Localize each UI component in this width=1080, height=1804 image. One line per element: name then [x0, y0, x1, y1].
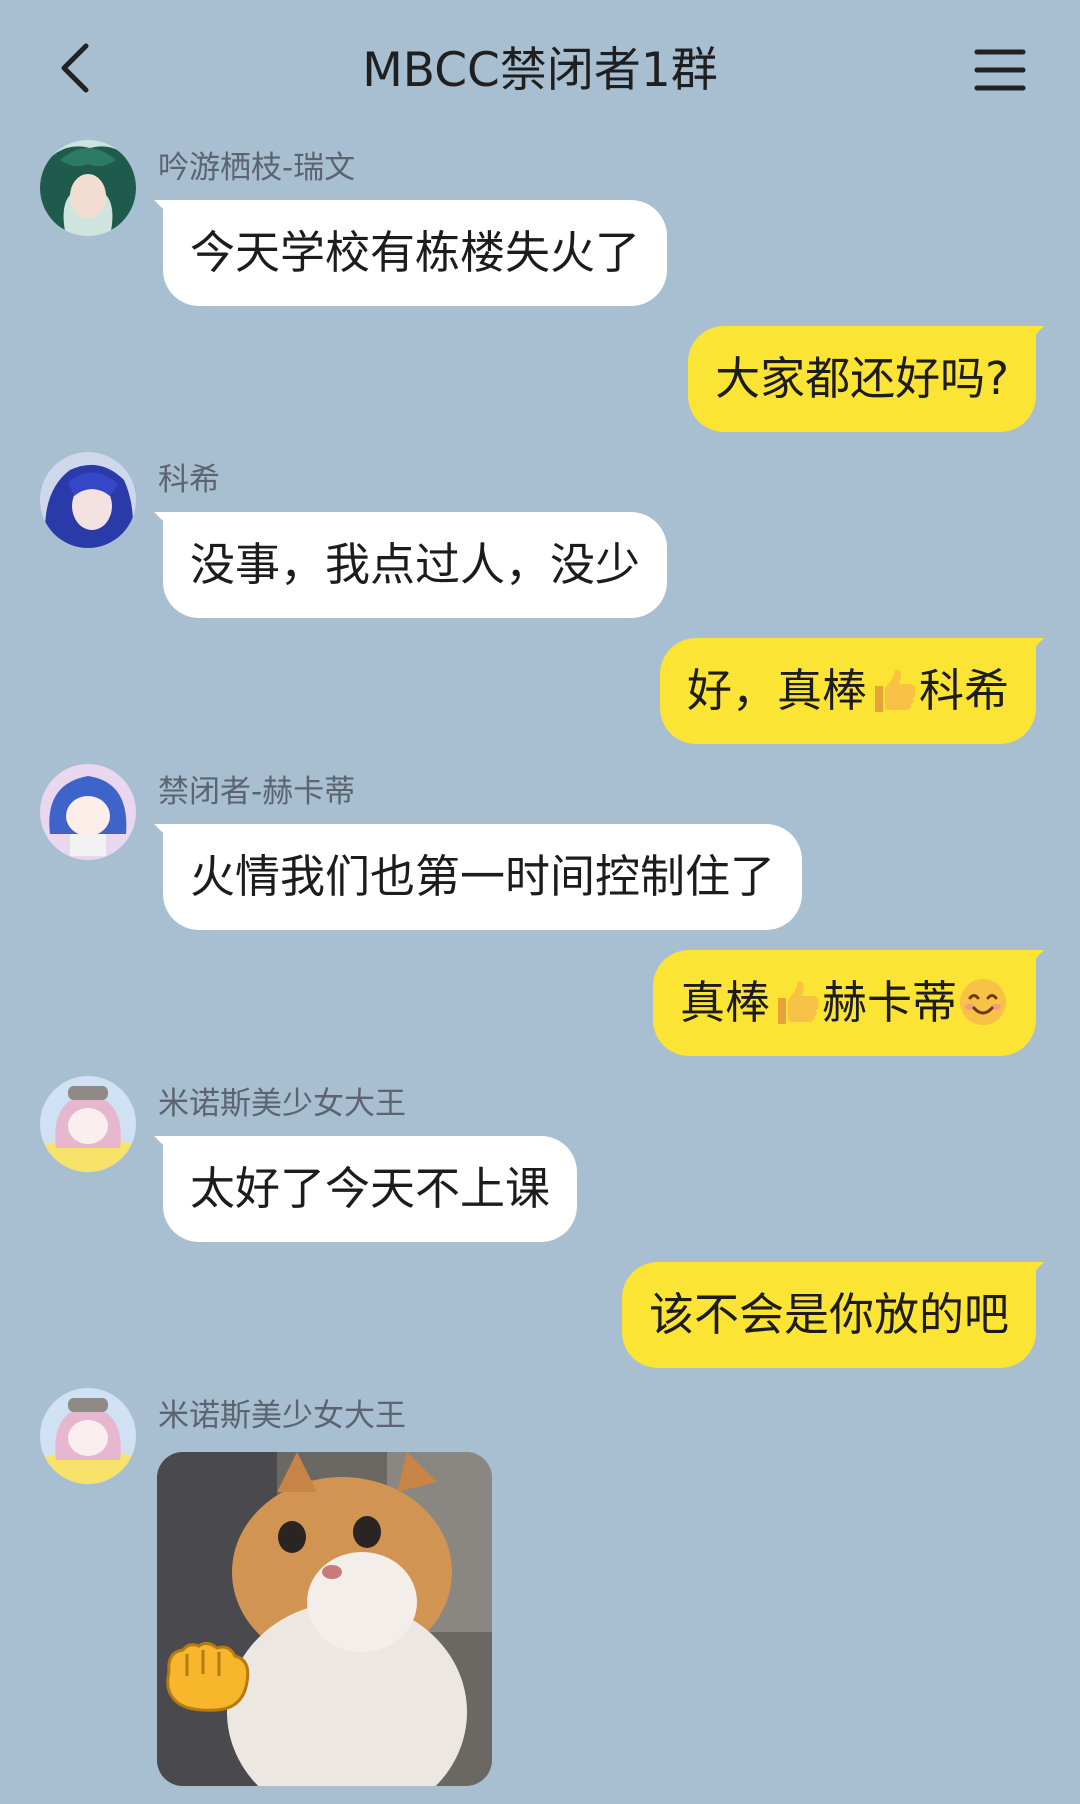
- message-text: 好，真棒: [686, 664, 867, 717]
- back-button[interactable]: [44, 36, 108, 100]
- sender-name: 禁闭者-赫卡蒂: [158, 774, 356, 810]
- menu-button[interactable]: [968, 40, 1032, 100]
- avatar[interactable]: [40, 764, 136, 860]
- sender-name: 米诺斯美少女大王: [158, 1398, 406, 1434]
- message-bubble[interactable]: 该不会是你放的吧: [621, 1262, 1036, 1368]
- avatar[interactable]: [40, 1388, 136, 1484]
- message-bubble[interactable]: 太好了今天不上课: [163, 1136, 578, 1242]
- sender-name: 米诺斯美少女大王: [158, 1086, 406, 1122]
- sender-name: 吟游栖枝-瑞文: [158, 150, 356, 186]
- avatar[interactable]: [40, 140, 136, 236]
- sender-name: 科希: [158, 462, 220, 498]
- hamburger-menu-icon: [974, 49, 1026, 91]
- chevron-left-icon: [61, 43, 89, 93]
- smiling-face-icon: [960, 979, 1006, 1025]
- message-bubble[interactable]: 好，真棒 科希: [659, 638, 1036, 744]
- avatar[interactable]: [40, 452, 136, 548]
- chat-header: MBCC禁闭者1群: [0, 0, 1080, 135]
- avatar[interactable]: [40, 1076, 136, 1172]
- cat-punch-sticker[interactable]: [157, 1452, 492, 1786]
- thumbs-up-icon: [777, 981, 819, 1024]
- thumbs-up-icon: [874, 669, 916, 712]
- message-text: 赫卡蒂: [821, 976, 957, 1029]
- message-text: 真棒: [679, 976, 770, 1029]
- message-bubble[interactable]: 大家都还好吗?: [688, 326, 1036, 432]
- chat-title: MBCC禁闭者1群: [362, 43, 718, 98]
- message-bubble[interactable]: 火情我们也第一时间控制住了: [163, 824, 803, 930]
- message-text: 科希: [918, 664, 1009, 717]
- message-bubble[interactable]: 没事，我点过人，没少: [163, 512, 668, 618]
- message-bubble[interactable]: 今天学校有栋楼失火了: [163, 200, 668, 306]
- message-bubble[interactable]: 真棒 赫卡蒂: [652, 950, 1036, 1056]
